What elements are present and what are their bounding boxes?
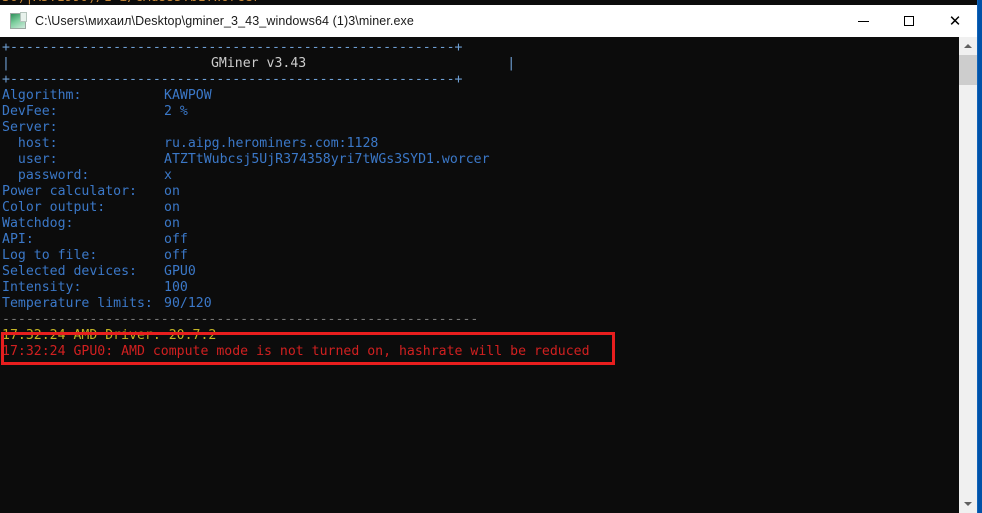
config-label: Power calculator: <box>2 184 137 199</box>
chevron-down-icon <box>964 502 972 506</box>
config-row: host: ru.aipg.herominers.com:1128 <box>0 136 955 152</box>
window-title: C:\Users\михаил\Desktop\gminer_3_43_wind… <box>35 14 414 28</box>
scroll-up-arrow[interactable] <box>959 37 977 55</box>
config-row: API: off <box>0 232 955 248</box>
config-label: Color output: <box>2 200 106 215</box>
config-label: Selected devices: <box>2 264 137 279</box>
config-row: Color output: on <box>0 200 955 216</box>
config-row: DevFee: 2 % <box>0 104 955 120</box>
config-row: Intensity: 100 <box>0 280 955 296</box>
close-icon: ✕ <box>948 11 962 30</box>
config-value: off <box>164 232 188 247</box>
config-label: Server: <box>2 120 58 135</box>
console-app-icon <box>10 12 27 29</box>
config-value: KAWPOW <box>164 88 212 103</box>
log-line: 17:32:24 GPU0: AMD compute mode is not t… <box>2 344 590 359</box>
config-label: Intensity: <box>2 280 82 295</box>
config-row: Temperature limits: 90/120 <box>0 296 955 312</box>
config-row: Watchdog: on <box>0 216 955 232</box>
config-label: Log to file: <box>2 248 98 263</box>
minimize-button[interactable] <box>840 5 886 37</box>
console-scrollbar[interactable] <box>959 37 977 513</box>
log-list: 17:32:24 AMD Driver: 20.7.2 17:32:24 GPU0… <box>0 328 955 360</box>
window-border-accent <box>978 0 982 513</box>
config-value: 2 % <box>164 104 188 119</box>
config-row: user: ATZTtWubcsj5UjR374358yri7tWGs3SYD1.… <box>0 152 955 168</box>
scroll-down-arrow[interactable] <box>959 495 977 513</box>
config-value: x <box>164 168 172 183</box>
console-window: 36)|A5?1990)/1 i/cMdss5Yb1?WorCer C:\Use… <box>0 0 982 513</box>
close-button[interactable]: ✕ <box>932 5 978 37</box>
title-bar[interactable]: C:\Users\михаил\Desktop\gminer_3_43_wind… <box>0 5 978 37</box>
config-value: off <box>164 248 188 263</box>
config-value: on <box>164 184 180 199</box>
banner-right-edge: | <box>507 56 516 71</box>
banner-title-row: | GMiner v3.43 | <box>0 56 955 72</box>
config-row: Power calculator: on <box>0 184 955 200</box>
config-label: Temperature limits: <box>2 296 153 311</box>
chevron-up-icon <box>964 44 972 48</box>
config-label: password: <box>2 168 90 183</box>
config-value: on <box>164 200 180 215</box>
banner-left-edge: | <box>2 56 10 71</box>
config-value: ru.aipg.herominers.com:1128 <box>164 136 379 151</box>
config-value: on <box>164 216 180 231</box>
log-separator: ----------------------------------------… <box>2 312 479 327</box>
scroll-thumb[interactable] <box>959 55 977 85</box>
config-label: DevFee: <box>2 104 58 119</box>
config-list: Algorithm: KAWPOW DevFee: 2 % Server: host: r… <box>0 88 955 312</box>
console-output[interactable]: +---------------------------------------… <box>0 37 955 513</box>
config-row: Algorithm: KAWPOW <box>0 88 955 104</box>
config-value: 90/120 <box>164 296 212 311</box>
config-value: ATZTtWubcsj5UjR374358yri7tWGs3SYD1.worce… <box>164 152 490 167</box>
minimize-icon <box>857 20 869 22</box>
config-label: user: <box>2 152 58 167</box>
config-row: Server: <box>0 120 955 136</box>
config-value: GPU0 <box>164 264 196 279</box>
config-label: host: <box>2 136 58 151</box>
config-label: Algorithm: <box>2 88 82 103</box>
config-row: password: x <box>0 168 955 184</box>
maximize-button[interactable] <box>886 5 932 37</box>
config-row: Selected devices: GPU0 <box>0 264 955 280</box>
config-label: API: <box>2 232 34 247</box>
banner-title: GMiner v3.43 <box>210 56 307 71</box>
banner-top-border: +---------------------------------------… <box>2 40 463 55</box>
maximize-icon <box>904 16 914 26</box>
window-controls: ✕ <box>840 5 978 37</box>
config-label: Watchdog: <box>2 216 74 231</box>
log-line: 17:32:24 AMD Driver: 20.7.2 <box>2 328 217 343</box>
config-row: Log to file: off <box>0 248 955 264</box>
banner-bottom-border: +---------------------------------------… <box>2 72 463 87</box>
config-value: 100 <box>164 280 188 295</box>
